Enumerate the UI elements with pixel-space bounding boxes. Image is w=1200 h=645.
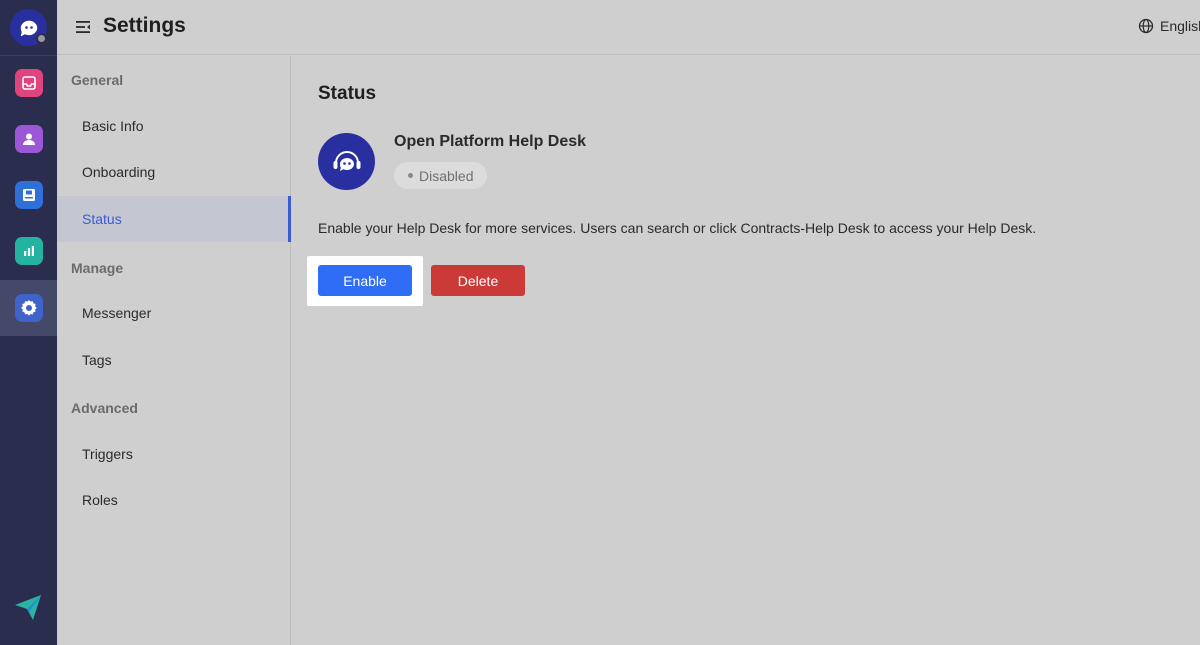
globe-icon xyxy=(1138,18,1154,34)
language-selector[interactable]: English xyxy=(1138,18,1200,34)
top-header: Settings English xyxy=(57,0,1200,55)
sidebar-item-tags[interactable]: Tags xyxy=(57,337,290,383)
nav-group-advanced: Advanced xyxy=(71,400,138,416)
page-title: Settings xyxy=(103,14,186,37)
section-title: Status xyxy=(318,83,377,104)
headset-bot-icon xyxy=(333,150,360,171)
reports-icon xyxy=(14,237,43,265)
status-label: Disabled xyxy=(419,167,474,184)
settings-sidebar: General Basic Info Onboarding Status Man… xyxy=(57,56,291,645)
send-icon[interactable] xyxy=(13,592,43,622)
help-desk-name: Open Platform Help Desk xyxy=(394,133,587,150)
app: Settings English General Basic Info Onbo… xyxy=(0,0,1200,645)
settings-icon xyxy=(14,294,43,322)
sidebar-item-roles[interactable]: Roles xyxy=(57,477,290,523)
rail-item-inbox[interactable] xyxy=(0,55,57,111)
presence-dot xyxy=(36,33,47,44)
rail-item-contacts[interactable] xyxy=(0,111,57,167)
sidebar-item-messenger[interactable]: Messenger xyxy=(57,290,290,336)
nav-group-general: General xyxy=(71,72,124,88)
main-content: Status Open Platform Help Desk Disabled … xyxy=(291,56,1200,645)
app-rail xyxy=(0,0,57,645)
rail-item-settings[interactable] xyxy=(0,280,57,336)
sidebar-item-status[interactable]: Status xyxy=(57,196,291,242)
delete-button[interactable]: Delete xyxy=(431,265,525,296)
nav-group-manage: Manage xyxy=(71,260,124,276)
status-dot xyxy=(408,173,413,178)
menu-collapse-icon[interactable] xyxy=(75,19,91,35)
rail-item-knowledge-base[interactable] xyxy=(0,167,57,223)
status-badge: Disabled xyxy=(394,162,488,189)
sidebar-item-onboarding[interactable]: Onboarding xyxy=(57,149,290,195)
sidebar-item-triggers[interactable]: Triggers xyxy=(57,431,290,477)
contacts-icon xyxy=(14,125,43,153)
language-label: English xyxy=(1160,18,1200,34)
help-desk-logo xyxy=(318,133,375,190)
enable-button[interactable]: Enable xyxy=(318,265,412,296)
inbox-icon xyxy=(14,69,43,97)
sidebar-item-basic-info[interactable]: Basic Info xyxy=(57,103,290,149)
status-description: Enable your Help Desk for more services.… xyxy=(318,220,1037,236)
rail-item-reports[interactable] xyxy=(0,223,57,279)
knowledge-base-icon xyxy=(14,181,43,209)
